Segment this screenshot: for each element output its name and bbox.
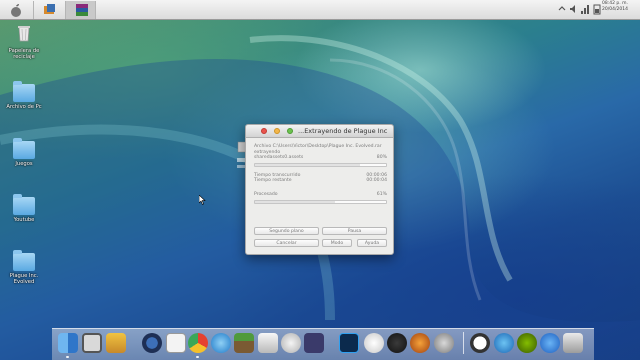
mode-button[interactable]: Modo	[322, 239, 352, 247]
desktop-icon-youtube[interactable]: Youtube	[0, 194, 48, 223]
apple-icon	[11, 4, 21, 17]
minimize-button[interactable]	[274, 128, 280, 134]
dialog-body: Archivo C:\Users\Victor\Desktop\Plague I…	[254, 144, 387, 210]
dock-separator	[463, 332, 464, 354]
folder-icon	[13, 81, 35, 102]
taskbar-button-2[interactable]	[34, 1, 66, 19]
file-percent: 80%	[376, 155, 387, 161]
winrar-icon	[76, 4, 88, 16]
folder-icon	[13, 250, 35, 271]
top-taskbar: 08:42 p. m. 20/04/2014	[0, 0, 640, 20]
file-progress-bar	[254, 162, 387, 167]
itunes-icon[interactable]	[494, 333, 514, 353]
desktop-icon-archivo-de-pc[interactable]: Archivo de Pc	[0, 81, 48, 110]
background-button[interactable]: Segundo plano	[254, 227, 319, 235]
launch-icon[interactable]	[434, 333, 454, 353]
archive-path: Archivo C:\Users\Victor\Desktop\Plague I…	[254, 144, 382, 149]
remaining-label: Tiempo restante	[254, 178, 292, 184]
app-switcher-icon	[44, 4, 55, 14]
current-file: sharedassets0.assets	[254, 155, 304, 161]
desktop-icon-recycle-bin[interactable]: Papelera de reciclaje	[0, 24, 48, 60]
processed-percent: 61%	[376, 191, 387, 197]
desktop-icon-label: Juegos	[15, 161, 33, 167]
power-icon[interactable]	[387, 333, 407, 353]
folder-icon	[13, 138, 35, 159]
desktop-icon-plague-inc[interactable]: Plague Inc. Evolved	[0, 250, 48, 285]
close-button[interactable]	[261, 128, 267, 134]
volume-icon[interactable]	[569, 3, 579, 15]
app-store-icon[interactable]	[540, 333, 560, 353]
network-icon[interactable]	[580, 3, 590, 15]
desktop-icon-label: Archivo de Pc	[6, 104, 42, 110]
file-progress-fill	[255, 163, 360, 166]
ccleaner-icon[interactable]	[82, 333, 102, 353]
photoshop-icon[interactable]	[339, 333, 359, 353]
desktop-icon-label: Plague Inc. Evolved	[9, 273, 39, 285]
folder-icon	[13, 194, 35, 215]
quicktime-icon[interactable]	[142, 333, 162, 353]
maximize-button[interactable]	[287, 128, 293, 134]
clock[interactable]: 08:42 p. m. 20/04/2014	[602, 1, 636, 13]
desktop-icon-label: Youtube	[13, 217, 35, 223]
printer-icon[interactable]	[258, 333, 278, 353]
taskbar-button-winrar[interactable]	[66, 1, 96, 19]
folder-tools-icon[interactable]	[106, 333, 126, 353]
safari-icon[interactable]	[211, 333, 231, 353]
processed-progress-fill	[255, 200, 335, 203]
textedit-icon[interactable]	[166, 333, 186, 353]
help-button[interactable]: Ayuda	[357, 239, 387, 247]
extraction-dialog: ...Extrayendo de Plague Inc Archivo C:\U…	[245, 124, 394, 255]
processed-label: Procesado	[254, 191, 278, 197]
desktop-icon-label: Papelera de reciclaje	[8, 48, 40, 60]
clock-date: 20/04/2014	[602, 7, 628, 12]
battery-icon[interactable]	[592, 3, 602, 15]
running-indicator	[66, 356, 69, 358]
desktop-icon-juegos[interactable]: Juegos	[0, 138, 48, 167]
pause-button[interactable]: Pausa	[322, 227, 387, 235]
chrome-icon[interactable]	[188, 333, 208, 353]
finder-icon[interactable]	[58, 333, 78, 353]
mouse-cursor-icon	[199, 195, 206, 205]
remaining-value: 00:00:04	[366, 178, 387, 184]
minecraft-icon[interactable]	[234, 333, 254, 353]
dialog-title: ...Extrayendo de Plague Inc	[298, 127, 388, 135]
taskbar-button-1[interactable]	[0, 1, 34, 19]
trash-icon	[18, 26, 30, 42]
chevron-up-icon[interactable]	[557, 3, 567, 15]
dock-trash-icon[interactable]	[563, 333, 583, 353]
cloud-icon[interactable]	[364, 333, 384, 353]
x-icon[interactable]	[281, 333, 301, 353]
running-indicator	[196, 356, 199, 358]
firefox-icon[interactable]	[410, 333, 430, 353]
clock-icon[interactable]	[470, 333, 490, 353]
processed-progress-bar	[254, 199, 387, 204]
cancel-button[interactable]: Cancelar	[254, 239, 319, 247]
dialog-titlebar[interactable]: ...Extrayendo de Plague Inc	[246, 125, 393, 138]
after-effects-icon[interactable]	[304, 333, 324, 353]
spotify-icon[interactable]	[517, 333, 537, 353]
